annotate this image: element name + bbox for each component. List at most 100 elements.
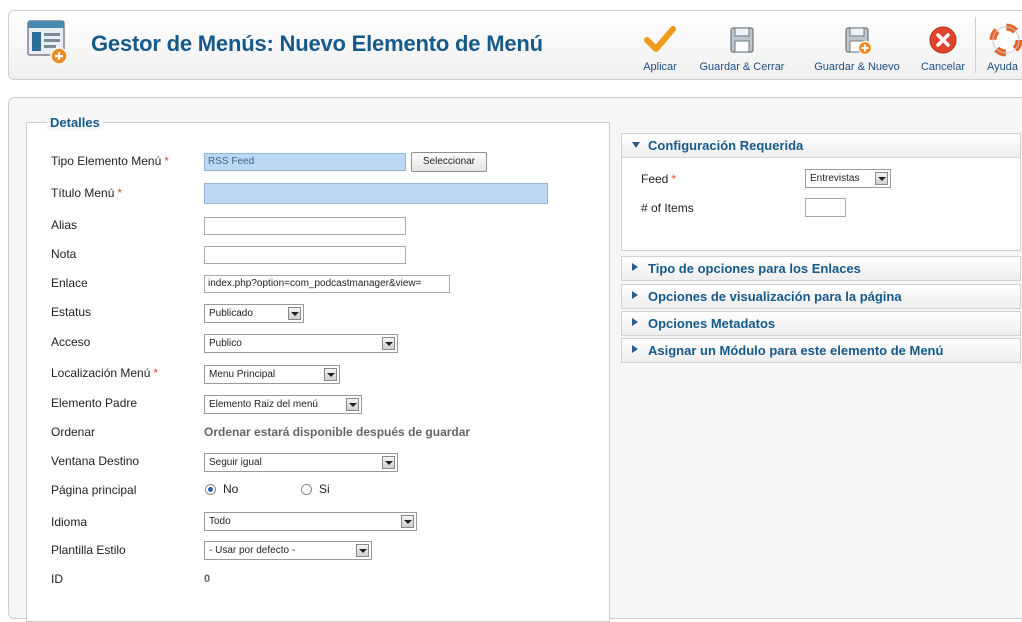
help-icon xyxy=(989,23,1022,57)
triangle-down-icon xyxy=(632,142,640,148)
access-label: Acceso xyxy=(51,335,91,349)
required-config-title: Configuración Requerida xyxy=(648,138,804,153)
parent-item-select[interactable]: Elemento Raiz del menú xyxy=(204,395,362,414)
apply-button[interactable]: Aplicar xyxy=(635,15,685,77)
toolbar: Gestor de Menús: Nuevo Elemento de Menú … xyxy=(8,10,1022,80)
menu-location-label-text: Localización Menú xyxy=(51,366,151,380)
metadata-header[interactable]: Opciones Metadatos xyxy=(622,312,1020,335)
menu-item-type-label: Tipo Elemento Menú * xyxy=(51,154,169,168)
id-value: 0 xyxy=(204,573,211,585)
chevron-down-icon xyxy=(324,368,337,381)
home-no-label[interactable]: No xyxy=(223,482,238,496)
required-config-panel: Configuración Requerida xyxy=(621,133,1021,251)
module-assignment-panel[interactable]: Asignar un Módulo para este elemento de … xyxy=(621,338,1021,363)
module-assignment-header[interactable]: Asignar un Módulo para este elemento de … xyxy=(622,339,1020,362)
alias-label: Alias xyxy=(51,218,78,232)
menu-title-label: Título Menú * xyxy=(51,186,122,200)
feed-select-value: Entrevistas xyxy=(810,173,860,184)
chevron-down-icon xyxy=(382,337,395,350)
required-config-header[interactable]: Configuración Requerida xyxy=(622,134,1020,158)
apply-label: Aplicar xyxy=(643,61,677,73)
home-yes-label[interactable]: Si xyxy=(319,482,330,496)
cancel-label: Cancelar xyxy=(920,61,966,73)
required-marker: * xyxy=(164,154,169,168)
note-input[interactable] xyxy=(204,246,406,264)
parent-item-select-value: Elemento Raiz del menú xyxy=(209,399,318,410)
details-legend: Detalles xyxy=(47,115,103,130)
link-options-header[interactable]: Tipo de opciones para los Enlaces xyxy=(622,257,1020,280)
menu-location-select-value: Menu Principal xyxy=(209,369,276,380)
menu-title-input[interactable] xyxy=(204,183,548,204)
home-no-radio[interactable] xyxy=(205,484,216,495)
metadata-title: Opciones Metadatos xyxy=(648,316,776,331)
metadata-panel[interactable]: Opciones Metadatos xyxy=(621,311,1021,336)
home-yes-radio[interactable] xyxy=(301,484,312,495)
language-select[interactable]: Todo xyxy=(204,512,417,531)
save-new-label: Guardar & Nuevo xyxy=(814,61,900,73)
menu-item-type-label-text: Tipo Elemento Menú xyxy=(51,154,162,168)
required-marker: * xyxy=(153,366,159,380)
note-label: Nota xyxy=(51,247,77,261)
link-input[interactable]: index.php?option=com_podcastmanager&view… xyxy=(204,275,450,293)
required-marker: * xyxy=(117,186,123,200)
help-button[interactable]: Ayuda xyxy=(981,15,1022,77)
target-window-label: Ventana Destino xyxy=(51,454,140,468)
cancel-icon xyxy=(926,23,960,57)
save-close-label: Guardar & Cerrar xyxy=(699,61,785,73)
chevron-down-icon xyxy=(346,398,359,411)
triangle-right-icon xyxy=(632,263,638,271)
module-assignment-title: Asignar un Módulo para este elemento de … xyxy=(648,343,944,358)
select-type-button[interactable]: Seleccionar xyxy=(411,152,487,172)
template-style-select[interactable]: - Usar por defecto - xyxy=(204,541,372,560)
items-count-label: # of Items xyxy=(641,201,694,215)
page-display-header[interactable]: Opciones de visualización para la página xyxy=(622,285,1020,308)
save-icon xyxy=(725,23,759,57)
feed-label-text: Feed xyxy=(641,172,669,186)
ordering-label: Ordenar xyxy=(51,425,96,439)
home-page-label: Página principal xyxy=(51,483,137,497)
chevron-down-icon xyxy=(288,307,301,320)
chevron-down-icon xyxy=(356,544,369,557)
save-close-button[interactable]: Guardar & Cerrar xyxy=(689,15,795,77)
toolbar-divider xyxy=(975,17,976,73)
feed-label: Feed * xyxy=(641,172,676,186)
required-marker: * xyxy=(671,172,677,186)
link-options-panel[interactable]: Tipo de opciones para los Enlaces xyxy=(621,256,1021,281)
access-select-value: Publico xyxy=(209,338,242,349)
menu-item-type-field[interactable]: RSS Feed xyxy=(204,153,406,171)
page-display-panel[interactable]: Opciones de visualización para la página xyxy=(621,284,1021,309)
target-window-select-value: Seguir igual xyxy=(209,457,262,468)
menu-location-label: Localización Menú * xyxy=(51,366,158,380)
template-style-label: Plantilla Estilo xyxy=(51,543,126,557)
triangle-right-icon xyxy=(632,345,638,353)
chevron-down-icon xyxy=(401,515,414,528)
save-new-button[interactable]: Guardar & Nuevo xyxy=(805,15,909,77)
status-select-value: Publicado xyxy=(209,308,253,319)
triangle-right-icon xyxy=(632,291,638,299)
link-label: Enlace xyxy=(51,276,88,290)
status-select[interactable]: Publicado xyxy=(204,304,304,323)
items-count-input[interactable] xyxy=(805,198,846,217)
triangle-right-icon xyxy=(632,318,638,326)
target-window-select[interactable]: Seguir igual xyxy=(204,453,398,472)
feed-select[interactable]: Entrevistas xyxy=(805,169,891,188)
language-label: Idioma xyxy=(51,515,88,529)
template-style-select-value: - Usar por defecto - xyxy=(209,545,296,556)
ordering-note: Ordenar estará disponible después de gua… xyxy=(204,425,471,439)
cancel-button[interactable]: Cancelar xyxy=(915,15,971,77)
language-select-value: Todo xyxy=(209,516,231,527)
access-select[interactable]: Publico xyxy=(204,334,398,353)
menu-title-label-text: Título Menú xyxy=(51,186,115,200)
id-label: ID xyxy=(51,572,63,586)
menu-location-select[interactable]: Menu Principal xyxy=(204,365,340,384)
help-label: Ayuda xyxy=(987,61,1018,73)
alias-input[interactable] xyxy=(204,217,406,235)
parent-item-label: Elemento Padre xyxy=(51,396,138,410)
check-icon xyxy=(643,23,677,57)
page-display-title: Opciones de visualización para la página xyxy=(648,289,902,304)
menu-manager-icon xyxy=(26,19,70,67)
link-options-title: Tipo de opciones para los Enlaces xyxy=(648,261,861,276)
chevron-down-icon xyxy=(382,456,395,469)
page-title: Gestor de Menús: Nuevo Elemento de Menú xyxy=(91,31,543,56)
chevron-down-icon xyxy=(875,172,888,185)
